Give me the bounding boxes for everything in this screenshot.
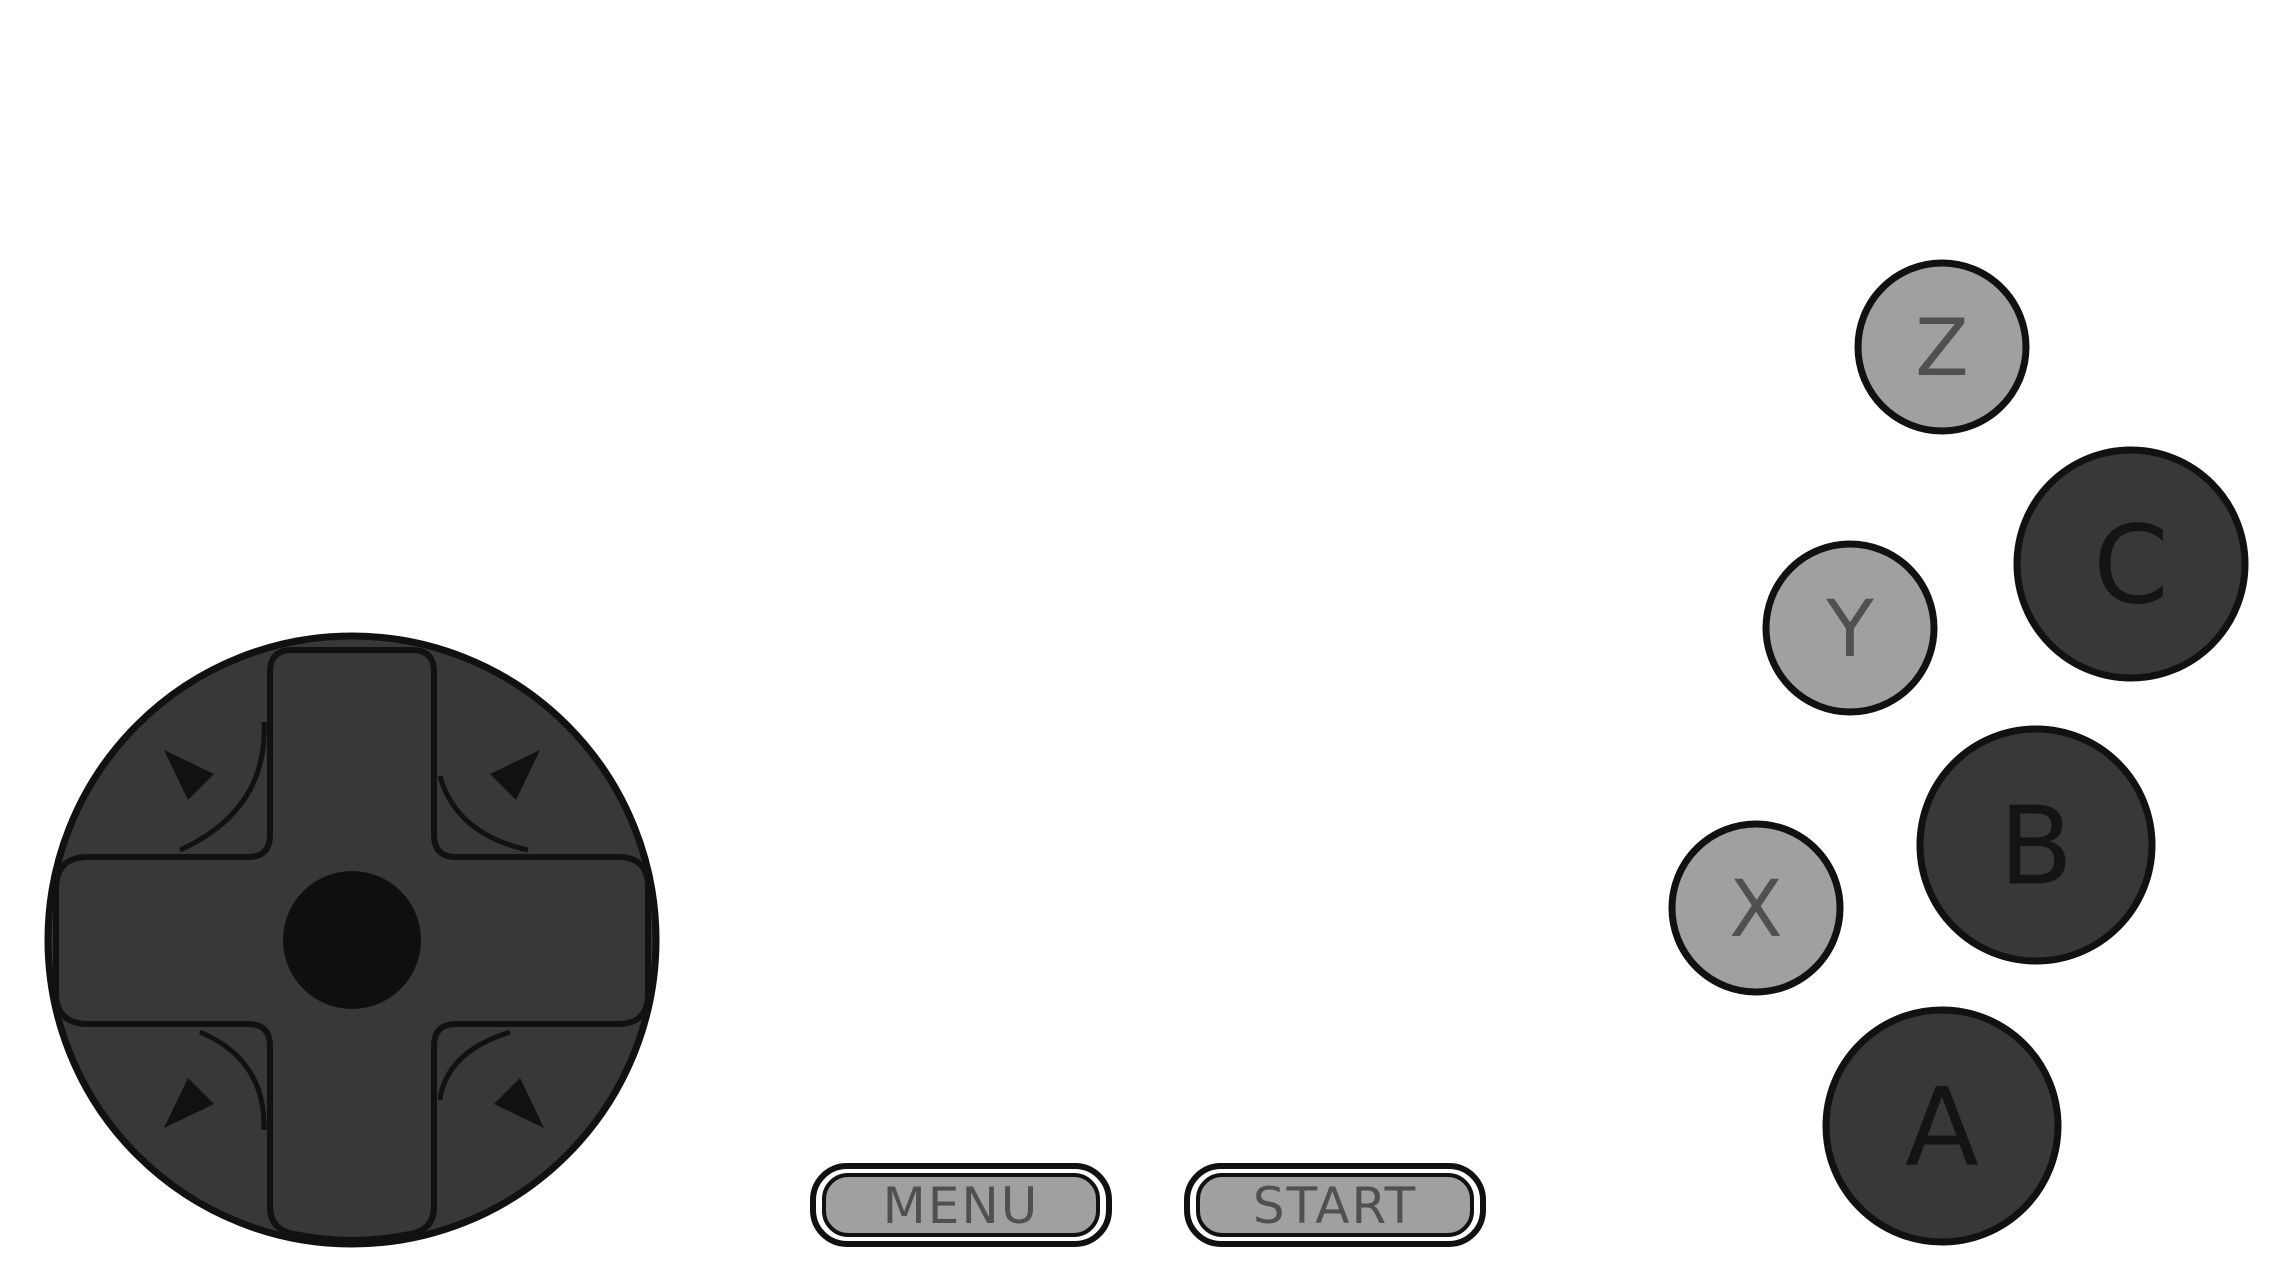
b-button[interactable]: B: [1916, 725, 2156, 965]
z-button[interactable]: Z: [1854, 259, 2030, 435]
start-button[interactable]: START: [1184, 1163, 1486, 1247]
y-button-label: Y: [1825, 585, 1874, 675]
dpad[interactable]: [44, 632, 660, 1248]
controller-overlay: Z C Y B X A MENU START: [44, 259, 2249, 1248]
a-button[interactable]: A: [1822, 1006, 2062, 1246]
b-button-label: B: [1999, 785, 2073, 910]
a-button-label: A: [1905, 1066, 1979, 1191]
z-button-label: Z: [1915, 304, 1968, 394]
analog-stick-icon[interactable]: [283, 871, 421, 1009]
start-button-label: START: [1253, 1177, 1417, 1235]
c-button-label: C: [2093, 504, 2168, 629]
y-button[interactable]: Y: [1762, 540, 1938, 716]
c-button[interactable]: C: [2013, 446, 2249, 682]
menu-button[interactable]: MENU: [810, 1163, 1112, 1247]
menu-button-label: MENU: [883, 1177, 1040, 1235]
x-button[interactable]: X: [1668, 820, 1844, 996]
x-button-label: X: [1729, 865, 1782, 955]
